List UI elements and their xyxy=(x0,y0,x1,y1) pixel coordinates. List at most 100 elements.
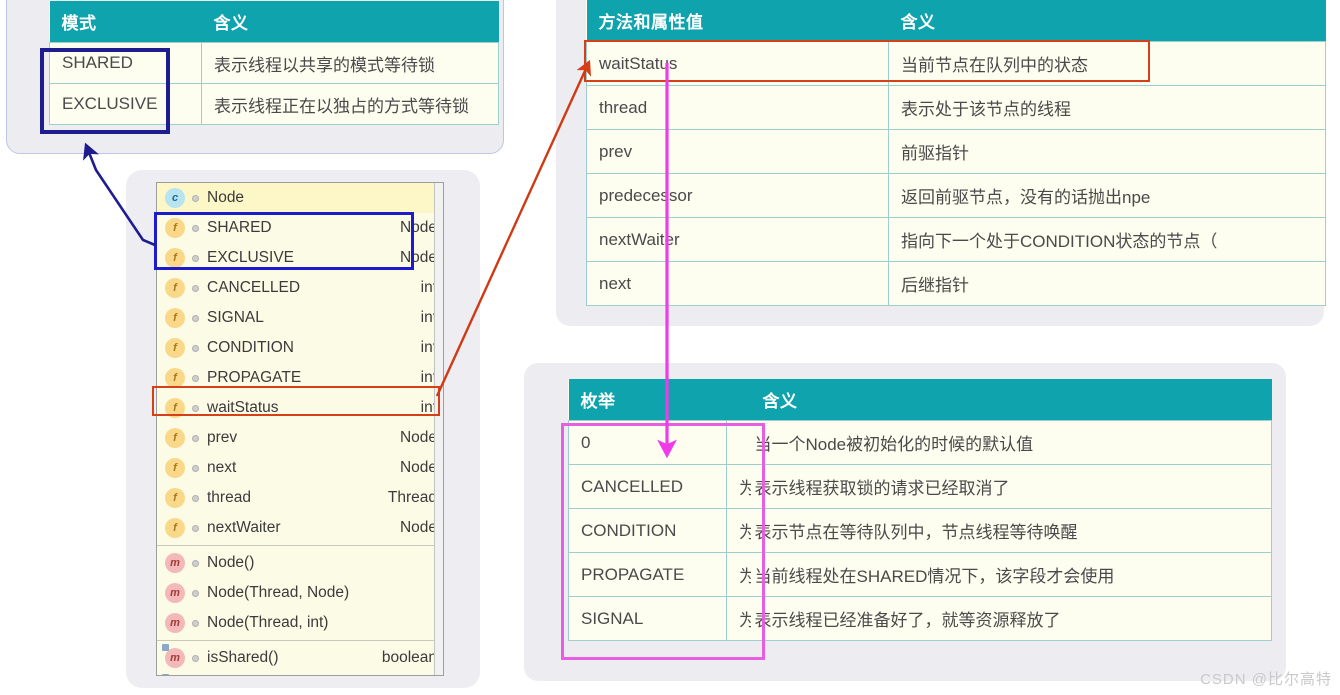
mode-table-header-row: 模式 含义 xyxy=(50,1,499,43)
mode-table-header-meaning: 含义 xyxy=(202,1,499,43)
attr-name-next: next xyxy=(587,262,889,306)
enum-table: 枚举 含义 0 当一个Node被初始化的时候的默认值 CANCELLED 为1，… xyxy=(568,379,1272,641)
enum-table-card: 枚举 含义 0 当一个Node被初始化的时候的默认值 CANCELLED 为1，… xyxy=(524,363,1286,681)
enum-value-cancelled: 为1， xyxy=(727,465,751,509)
field-icon: f xyxy=(165,398,185,418)
ide-row-waitstatus[interactable]: fwaitStatusint xyxy=(157,393,443,423)
ide-row-node[interactable]: c Node xyxy=(157,183,443,213)
table-row: prev 前驱指针 xyxy=(587,130,1326,174)
ide-row-thread[interactable]: fthreadThread xyxy=(157,483,443,513)
visibility-dot-icon xyxy=(192,315,199,322)
ide-row-label: waitStatus xyxy=(207,399,413,417)
ide-row-label: SIGNAL xyxy=(207,309,413,327)
enum-name-condition: CONDITION xyxy=(569,509,727,553)
field-icon: f xyxy=(165,458,185,478)
ide-structure-rows: cNodefSHAREDNodefEXCLUSIVENodefCANCELLED… xyxy=(157,183,443,676)
visibility-dot-icon xyxy=(192,255,199,262)
table-row: EXCLUSIVE 表示线程正在以独占的方式等待锁 xyxy=(50,84,499,125)
table-row: PROPAGATE 为-3， 当前线程处在SHARED情况下，该字段才会使用 xyxy=(569,553,1272,597)
visibility-dot-icon xyxy=(192,345,199,352)
ide-row-next[interactable]: fnextNode xyxy=(157,453,443,483)
field-icon: f xyxy=(165,248,185,268)
visibility-dot-icon xyxy=(192,495,199,502)
mode-meaning-shared: 表示线程以共享的模式等待锁 xyxy=(202,43,499,84)
mode-table: 模式 含义 SHARED 表示线程以共享的模式等待锁 EXCLUSIVE 表示线… xyxy=(49,1,499,125)
enum-meaning-cancelled: 表示线程获取锁的请求已经取消了 xyxy=(751,465,1272,509)
ide-row-label: PROPAGATE xyxy=(207,369,413,387)
ide-structure-panel-card: cNodefSHAREDNodefEXCLUSIVENodefCANCELLED… xyxy=(126,170,480,688)
attributes-table-header-row: 方法和属性值 含义 xyxy=(587,0,1326,42)
attr-name-waitstatus: waitStatus xyxy=(587,42,889,86)
field-icon: f xyxy=(165,368,185,388)
enum-value-propagate: 为-3， xyxy=(727,553,751,597)
enum-meaning-zero: 当一个Node被初始化的时候的默认值 xyxy=(751,421,1272,465)
mode-table-header-mode: 模式 xyxy=(50,1,202,43)
enum-table-header-row: 枚举 含义 xyxy=(569,379,1272,421)
ide-scrollbar[interactable] xyxy=(434,183,443,675)
attr-meaning-predecessor: 返回前驱节点，没有的话抛出npe xyxy=(889,174,1326,218)
visibility-dot-icon xyxy=(192,225,199,232)
ide-row-type: Node xyxy=(392,249,437,267)
field-icon: f xyxy=(165,308,185,328)
ide-row-label: thread xyxy=(207,489,380,507)
ide-row-condition[interactable]: fCONDITIONint xyxy=(157,333,443,363)
attr-name-nextwaiter: nextWaiter xyxy=(587,218,889,262)
ide-row-type: boolean xyxy=(374,649,437,667)
ide-row-node[interactable]: m Node() xyxy=(157,548,443,578)
enum-name-cancelled: CANCELLED xyxy=(569,465,727,509)
ide-structure-list[interactable]: cNodefSHAREDNodefEXCLUSIVENodefCANCELLED… xyxy=(156,182,444,676)
ide-row-label: Node() xyxy=(207,554,429,572)
visibility-dot-icon xyxy=(192,435,199,442)
visibility-dot-icon xyxy=(192,195,199,202)
visibility-dot-icon xyxy=(192,590,199,597)
ide-row-type: Node xyxy=(392,219,437,237)
attr-meaning-next: 后继指针 xyxy=(889,262,1326,306)
ide-row-label: Node xyxy=(207,189,429,207)
field-icon: f xyxy=(165,218,185,238)
attr-name-predecessor: predecessor xyxy=(587,174,889,218)
table-row: thread 表示处于该节点的线程 xyxy=(587,86,1326,130)
visibility-dot-icon xyxy=(192,560,199,567)
ide-row-type: Node xyxy=(392,459,437,477)
visibility-dot-icon xyxy=(192,375,199,382)
attributes-table: 方法和属性值 含义 waitStatus 当前节点在队列中的状态 thread … xyxy=(586,0,1326,306)
ide-row-node-thread-int[interactable]: mNode(Thread, int) xyxy=(157,608,443,638)
table-row: SHARED 表示线程以共享的模式等待锁 xyxy=(50,43,499,84)
ide-row-label: Node(Thread, int) xyxy=(207,614,429,632)
table-row: CANCELLED 为1， 表示线程获取锁的请求已经取消了 xyxy=(569,465,1272,509)
ide-row-label: Node(Thread, Node) xyxy=(207,584,429,602)
ide-row-cancelled[interactable]: fCANCELLEDint xyxy=(157,273,443,303)
ide-row-label: CONDITION xyxy=(207,339,413,357)
attr-meaning-prev: 前驱指针 xyxy=(889,130,1326,174)
enum-table-header-value-spacer xyxy=(727,379,751,421)
enum-table-header-enum: 枚举 xyxy=(569,379,727,421)
field-icon: f xyxy=(165,488,185,508)
ide-row-predecessor[interactable]: mpredecessor()Node xyxy=(157,673,443,676)
visibility-dot-icon xyxy=(192,620,199,627)
ide-group-divider xyxy=(157,545,443,546)
field-icon: f xyxy=(165,278,185,298)
ide-row-prev[interactable]: fprevNode xyxy=(157,423,443,453)
class-icon: c xyxy=(165,188,185,208)
method-icon: m xyxy=(165,553,185,573)
attributes-table-header-name: 方法和属性值 xyxy=(587,0,889,42)
ide-row-label: prev xyxy=(207,429,392,447)
ide-row-exclusive[interactable]: fEXCLUSIVENode xyxy=(157,243,443,273)
visibility-dot-icon xyxy=(192,655,199,662)
ide-row-node-thread-node[interactable]: mNode(Thread, Node) xyxy=(157,578,443,608)
table-row: predecessor 返回前驱节点，没有的话抛出npe xyxy=(587,174,1326,218)
enum-value-condition: 为-2， xyxy=(727,509,751,553)
ide-row-label: SHARED xyxy=(207,219,392,237)
ide-row-shared[interactable]: f SHAREDNode xyxy=(157,213,443,243)
ide-row-nextwaiter[interactable]: fnextWaiterNode xyxy=(157,513,443,543)
ide-row-isshared[interactable]: misShared()boolean xyxy=(157,643,443,673)
ide-row-propagate[interactable]: fPROPAGATEint xyxy=(157,363,443,393)
enum-name-zero: 0 xyxy=(569,421,727,465)
ide-row-label: nextWaiter xyxy=(207,519,392,537)
enum-name-propagate: PROPAGATE xyxy=(569,553,727,597)
mode-cell-exclusive: EXCLUSIVE xyxy=(50,84,202,125)
ide-row-signal[interactable]: fSIGNALint xyxy=(157,303,443,333)
field-icon: f xyxy=(165,518,185,538)
attr-meaning-waitstatus: 当前节点在队列中的状态 xyxy=(889,42,1326,86)
attr-name-prev: prev xyxy=(587,130,889,174)
